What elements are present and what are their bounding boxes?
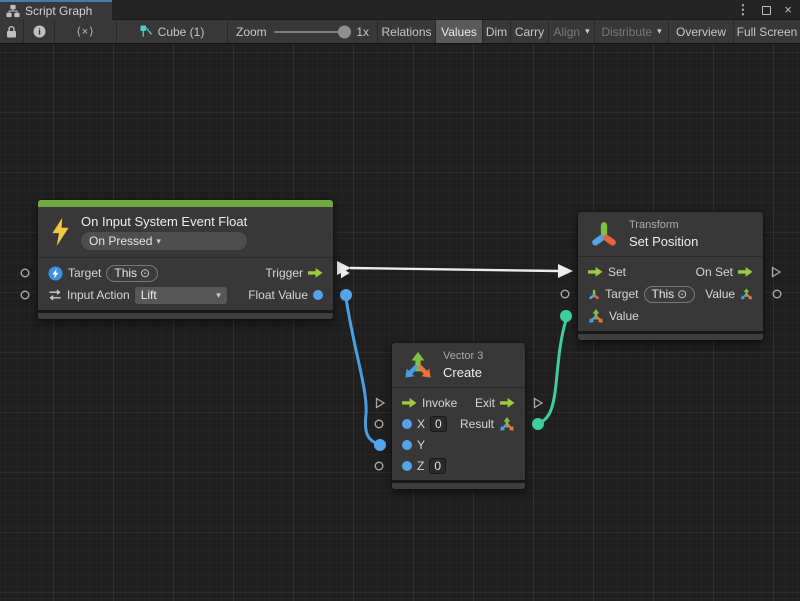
node-title: On Input System Event Float (81, 214, 247, 229)
node-on-input-system-event-float[interactable]: On Input System Event Float On Pressed ▾… (38, 200, 333, 319)
input-port-unconnected[interactable] (20, 290, 30, 300)
node-category: Transform (629, 219, 698, 231)
graph-toolbar: i ⟨×⟩ Cube (1) Zoom 1x Relations Values … (0, 20, 800, 44)
vector3-x-row: X 0 Result (392, 413, 525, 434)
tab-script-graph[interactable]: Script Graph (0, 0, 112, 20)
input-system-icon (48, 266, 63, 281)
control-arrow-icon (588, 267, 603, 277)
result-port-connected[interactable] (532, 418, 544, 430)
float-port-icon (402, 440, 412, 450)
vector3-icon (499, 416, 515, 432)
trigger-port-connected[interactable] (338, 266, 352, 280)
lock-icon (6, 26, 17, 38)
graph-node-icon (140, 25, 153, 38)
exit-port-unconnected[interactable] (532, 397, 544, 409)
lightning-icon (49, 218, 71, 246)
transform-icon (589, 219, 619, 249)
input-port-unconnected[interactable] (20, 268, 30, 278)
zoom-slider-handle[interactable] (338, 25, 351, 38)
float-port-icon (402, 419, 412, 429)
zoom-control: Zoom 1x (228, 20, 378, 43)
target-icon: ⊙ (677, 287, 687, 301)
transform-set-row: Set On Set (578, 261, 763, 283)
event-target-row: Target This ⊙ Trigger (38, 262, 333, 284)
vector3-invoke-row: Invoke Exit (392, 392, 525, 413)
close-icon[interactable]: × (784, 0, 792, 20)
on-set-port-unconnected[interactable] (770, 266, 782, 278)
event-accent-bar (38, 200, 333, 207)
zoom-value: 1x (356, 25, 369, 39)
vector3-y-row: Y (392, 434, 525, 455)
invoke-port-unconnected[interactable] (374, 397, 386, 409)
vector3-icon (403, 350, 433, 380)
z-value-field[interactable]: 0 (429, 458, 446, 474)
flow-connection[interactable] (337, 261, 573, 278)
input-action-dropdown[interactable]: Lift ▾ (135, 287, 227, 304)
control-arrow-icon (308, 268, 323, 278)
x-port-unconnected[interactable] (374, 419, 384, 429)
vector3-z-row: Z 0 (392, 455, 525, 476)
value-port-connected[interactable] (560, 310, 572, 322)
target-self-field[interactable]: This ⊙ (106, 265, 158, 282)
overview-button[interactable]: Overview (669, 20, 734, 43)
tab-title: Script Graph (25, 4, 92, 18)
vector3-icon (740, 286, 753, 302)
node-title: Create (443, 365, 483, 380)
node-vector3-create[interactable]: Vector 3 Create Invoke Exit (392, 343, 525, 489)
vector3-icon (588, 308, 604, 324)
control-arrow-icon (402, 398, 417, 408)
float-port-icon (313, 290, 323, 300)
transform-target-row: Target This ⊙ Value (578, 283, 763, 305)
align-button[interactable]: Align▾ (549, 20, 595, 43)
code-icon: ⟨×⟩ (76, 25, 94, 38)
lock-button[interactable] (0, 20, 24, 43)
control-arrow-icon (500, 398, 515, 408)
values-button[interactable]: Values (436, 20, 483, 43)
window-titlebar: Script Graph ⋮ × (0, 0, 800, 20)
target-self-field[interactable]: This ⊙ (644, 286, 696, 303)
node-title: Set Position (629, 234, 698, 249)
node-footer (38, 310, 333, 319)
transform-icon (588, 287, 600, 302)
event-mode-dropdown[interactable]: On Pressed ▾ (81, 232, 247, 250)
window-menu-icon[interactable]: ⋮ (736, 0, 749, 20)
graph-target-label: Cube (1) (158, 25, 205, 39)
node-footer (578, 331, 763, 340)
target-port-unconnected[interactable] (560, 289, 570, 299)
fullscreen-button[interactable]: Full Screen (734, 20, 800, 43)
event-action-row: Input Action Lift ▾ Float Value (38, 284, 333, 306)
relations-button[interactable]: Relations (378, 20, 436, 43)
transform-value-row: Value (578, 305, 763, 327)
graph-target-button[interactable]: Cube (1) (117, 20, 228, 43)
node-transform-set-position[interactable]: Transform Set Position Set On Set Ta (578, 212, 763, 340)
value-out-port-unconnected[interactable] (772, 289, 782, 299)
node-category: Vector 3 (443, 350, 483, 362)
float-port-icon (402, 461, 412, 471)
script-graph-icon (6, 4, 20, 18)
node-footer (392, 480, 525, 489)
input-action-icon (48, 288, 62, 302)
target-icon: ⊙ (140, 266, 150, 280)
zoom-slider[interactable] (274, 31, 350, 33)
chevron-down-icon: ▾ (657, 26, 662, 37)
zoom-label: Zoom (236, 25, 267, 39)
distribute-button[interactable]: Distribute▾ (595, 20, 669, 43)
graph-canvas[interactable]: On Input System Event Float On Pressed ▾… (0, 44, 800, 601)
x-value-field[interactable]: 0 (430, 416, 447, 432)
maximize-icon[interactable] (762, 6, 771, 15)
code-preview-button[interactable]: ⟨×⟩ (55, 20, 117, 43)
info-button[interactable]: i (24, 20, 55, 43)
y-port-connected[interactable] (374, 439, 386, 451)
chevron-down-icon: ▾ (216, 290, 221, 301)
float-value-port-connected[interactable] (340, 289, 352, 301)
chevron-down-icon: ▾ (585, 26, 590, 37)
info-icon: i (33, 25, 46, 38)
z-port-unconnected[interactable] (374, 461, 384, 471)
carry-button[interactable]: Carry (511, 20, 549, 43)
control-arrow-icon (738, 267, 753, 277)
chevron-down-icon: ▾ (156, 236, 161, 247)
dim-button[interactable]: Dim (483, 20, 511, 43)
